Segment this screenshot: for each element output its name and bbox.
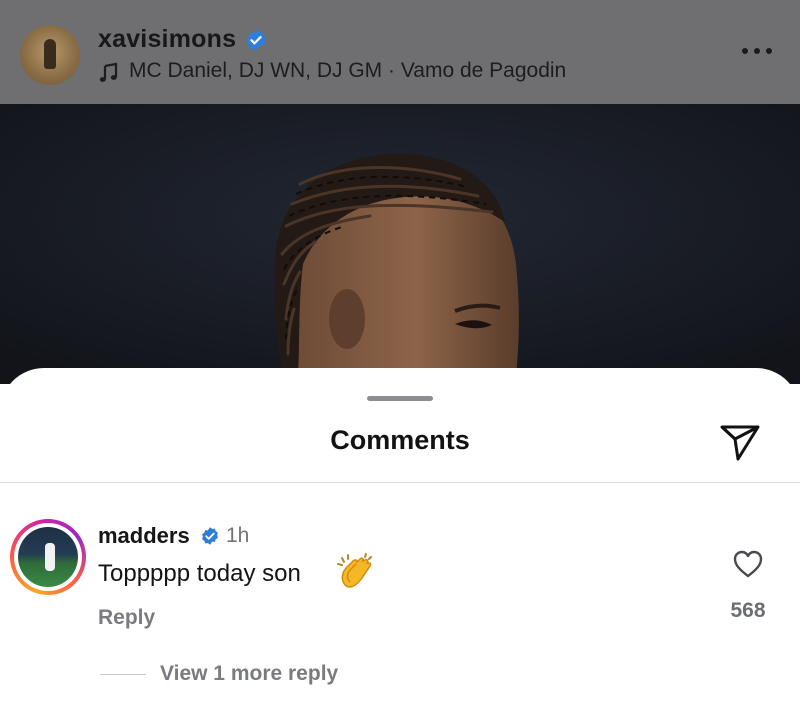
view-more-replies-button[interactable]: View 1 more reply <box>160 662 338 686</box>
comments-sheet: Comments madders 1h Toppppp today son Re… <box>0 368 800 727</box>
post-username[interactable]: xavisimons <box>98 25 236 54</box>
comment-username[interactable]: madders <box>98 523 190 549</box>
reply-button[interactable]: Reply <box>98 606 155 630</box>
comment-text: Toppppp today son <box>98 560 301 587</box>
sheet-title: Comments <box>330 425 470 455</box>
verified-badge-icon <box>202 527 218 545</box>
music-note-icon <box>99 62 118 82</box>
post-author-avatar[interactable] <box>20 25 80 85</box>
verified-badge-icon <box>246 29 266 51</box>
heart-icon[interactable] <box>732 549 764 579</box>
commenter-avatar[interactable] <box>10 519 86 595</box>
replies-divider <box>100 674 146 675</box>
send-icon[interactable] <box>718 419 762 463</box>
post-header: xavisimons MC Daniel, DJ WN, DJ GM · Vam… <box>0 0 800 104</box>
more-options-icon[interactable] <box>740 44 774 58</box>
sheet-divider <box>0 482 800 483</box>
post-image[interactable] <box>0 104 800 384</box>
post-audio-label[interactable]: MC Daniel, DJ WN, DJ GM · Vamo de Pagodi… <box>129 59 566 83</box>
like-count: 568 <box>730 599 766 622</box>
drag-handle[interactable] <box>367 396 433 401</box>
comment-timestamp: 1h <box>226 524 250 547</box>
clapping-hands-icon <box>337 553 372 588</box>
